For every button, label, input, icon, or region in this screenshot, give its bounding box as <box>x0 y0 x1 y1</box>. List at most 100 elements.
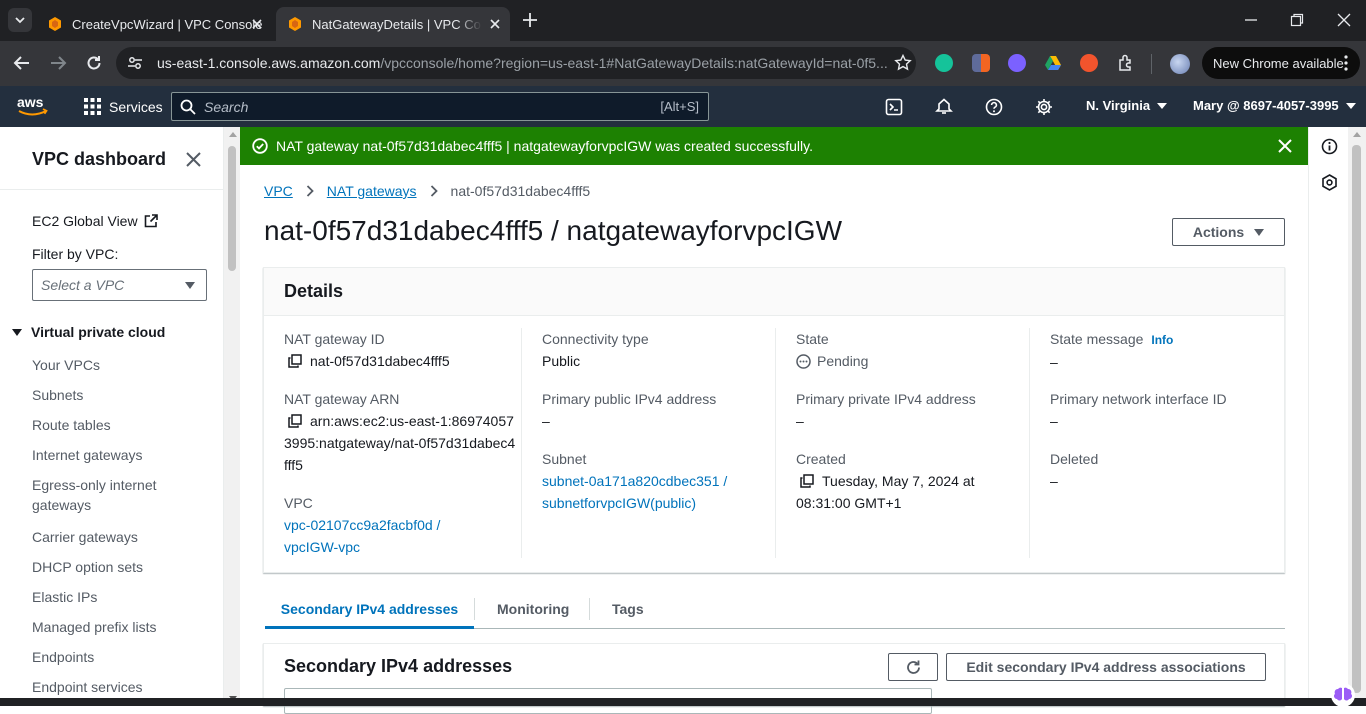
details-column-4: State message Info – Primary network inte… <box>1029 328 1283 558</box>
caret-down-icon <box>1157 102 1168 109</box>
close-icon[interactable] <box>186 152 201 167</box>
browser-tab-create-vpc[interactable]: CreateVpcWizard | VPC Console <box>36 7 272 41</box>
close-icon[interactable] <box>250 17 264 31</box>
state-value: Pending <box>817 353 869 369</box>
search-shortcut-hint: [Alt+S] <box>660 99 699 114</box>
field-subnet: Subnet subnet-0a171a820cdbec351 / subnet… <box>542 448 777 514</box>
sidebar-item-your-vpcs[interactable]: Your VPCs <box>32 353 192 383</box>
account-menu[interactable]: Mary @ 8697-4057-3995 <box>1193 98 1356 113</box>
sidebar-item-managed-prefix-lists[interactable]: Managed prefix lists <box>32 615 192 645</box>
page-scrollbar[interactable] <box>1348 127 1366 706</box>
tab-tags[interactable]: Tags <box>612 596 644 629</box>
minimize-icon[interactable] <box>1244 13 1258 27</box>
ec2-global-view-link[interactable]: EC2 Global View <box>32 213 158 229</box>
sidebar-item-route-tables[interactable]: Route tables <box>32 413 192 443</box>
address-bar[interactable]: us-east-1.console.aws.amazon.com/vpccons… <box>116 47 916 79</box>
actions-label: Actions <box>1192 224 1245 240</box>
profile-avatar[interactable] <box>1170 54 1190 74</box>
back-arrow-icon[interactable] <box>12 53 32 73</box>
sidebar-item-egress-only-gateways[interactable]: Egress-only internet gateways <box>32 473 192 525</box>
tab-secondary-ipv4[interactable]: Secondary IPv4 addresses <box>265 596 474 629</box>
sidebar-title[interactable]: VPC dashboard <box>32 149 166 170</box>
info-link[interactable]: Info <box>1151 333 1173 347</box>
tab-monitoring[interactable]: Monitoring <box>497 596 569 629</box>
grammarly-extension-icon[interactable] <box>935 54 953 72</box>
browser-tab-nat-gateway[interactable]: NatGatewayDetails | VPC Console <box>276 7 510 41</box>
scroll-up-icon[interactable] <box>1353 132 1361 137</box>
floating-brain-icon[interactable] <box>1328 680 1358 706</box>
scroll-up-icon[interactable] <box>229 132 237 137</box>
window-close-icon[interactable] <box>1337 13 1351 27</box>
subnet-link[interactable]: subnet-0a171a820cdbec351 / subnetforvpcI… <box>542 470 747 514</box>
puzzle-extensions-icon[interactable] <box>1117 54 1135 72</box>
sidebar-item-dhcp-option-sets[interactable]: DHCP option sets <box>32 555 192 585</box>
browser-tab-strip: CreateVpcWizard | VPC Console NatGateway… <box>0 0 1366 41</box>
region-selector[interactable]: N. Virginia <box>1086 98 1168 113</box>
filter-by-vpc-label: Filter by VPC: <box>32 246 119 262</box>
reload-icon[interactable] <box>84 53 104 73</box>
sidebar-item-elastic-ips[interactable]: Elastic IPs <box>32 585 192 615</box>
google-drive-icon[interactable] <box>1044 54 1062 72</box>
sidebar-item-endpoints[interactable]: Endpoints <box>32 645 192 675</box>
cloudshell-icon[interactable] <box>885 98 903 116</box>
restore-icon[interactable] <box>1290 13 1304 27</box>
help-icon[interactable] <box>985 98 1003 116</box>
aws-favicon-icon <box>289 17 301 31</box>
edit-secondary-ipv4-button[interactable]: Edit secondary IPv4 address associations <box>946 653 1266 681</box>
refresh-button[interactable] <box>888 653 938 681</box>
connectivity-value: Public <box>542 353 581 369</box>
gear-icon[interactable] <box>1035 98 1053 116</box>
sidebar-item-carrier-gateways[interactable]: Carrier gateways <box>32 525 192 555</box>
field-nat-gateway-id: NAT gateway ID nat-0f57d31dabec4fff5 <box>284 328 519 372</box>
bell-icon[interactable] <box>935 98 953 116</box>
actions-button[interactable]: Actions <box>1172 218 1285 246</box>
tab-search-button[interactable] <box>8 8 32 32</box>
aws-search-box[interactable]: [Alt+S] <box>171 92 709 121</box>
breadcrumb-vpc[interactable]: VPC <box>264 183 293 199</box>
new-tab-plus-icon[interactable] <box>520 10 540 30</box>
site-info-icon[interactable] <box>126 54 144 72</box>
brain-extension-icon[interactable] <box>1008 54 1026 72</box>
deleted-value: – <box>1050 473 1058 489</box>
forward-arrow-icon[interactable] <box>48 53 68 73</box>
copy-icon[interactable] <box>288 354 302 368</box>
details-panel: Details NAT gateway ID nat-0f57d31dabec4… <box>263 267 1285 573</box>
section-virtual-private-cloud[interactable]: Virtual private cloud <box>12 324 165 340</box>
breadcrumb-nat-gateways[interactable]: NAT gateways <box>327 183 417 199</box>
vpc-filter-select[interactable]: Select a VPC <box>32 269 207 301</box>
nat-gateway-id-value: nat-0f57d31dabec4fff5 <box>310 353 450 369</box>
sidebar-item-subnets[interactable]: Subnets <box>32 383 192 413</box>
caret-down-icon <box>12 328 22 336</box>
check-circle-icon <box>252 138 268 154</box>
bookmark-star-icon[interactable] <box>894 54 912 72</box>
refresh-icon <box>906 660 920 674</box>
field-primary-private-ipv4: Primary private IPv4 address – <box>796 388 1031 432</box>
services-menu[interactable]: Services <box>84 98 163 115</box>
extension-icon[interactable] <box>1080 54 1098 72</box>
field-label: Deleted <box>1050 451 1099 467</box>
dismiss-close-icon[interactable] <box>1278 139 1292 153</box>
divider <box>0 189 223 190</box>
close-icon[interactable] <box>488 17 502 31</box>
info-circle-icon[interactable] <box>1321 138 1338 155</box>
hexagon-settings-icon[interactable] <box>1321 174 1338 191</box>
copy-icon[interactable] <box>800 474 814 488</box>
sidebar-item-internet-gateways[interactable]: Internet gateways <box>32 443 192 473</box>
breadcrumb-current: nat-0f57d31dabec4fff5 <box>450 183 591 199</box>
search-input[interactable] <box>204 98 634 115</box>
aws-logo[interactable]: aws <box>17 95 49 117</box>
new-chrome-available-button[interactable]: New Chrome available <box>1202 47 1360 79</box>
state-message-value: – <box>1050 354 1058 370</box>
pending-status-icon <box>796 353 811 369</box>
scrollbar-thumb[interactable] <box>228 146 236 271</box>
field-nat-gateway-arn: NAT gateway ARN arn:aws:ec2:us-east-1:86… <box>284 388 519 476</box>
copy-icon[interactable] <box>288 414 302 428</box>
vpc-link[interactable]: vpc-02107cc9a2facbf0d / vpcIGW-vpc <box>284 514 464 558</box>
field-label: Subnet <box>542 451 587 467</box>
search-icon <box>180 99 196 115</box>
page-title: nat-0f57d31dabec4fff5 / natgatewayforvpc… <box>264 215 843 246</box>
field-label: Primary network interface ID <box>1050 391 1227 407</box>
extension-icon[interactable] <box>972 54 990 72</box>
sidebar-scrollbar[interactable] <box>224 127 240 706</box>
scrollbar-thumb[interactable] <box>1352 145 1361 693</box>
